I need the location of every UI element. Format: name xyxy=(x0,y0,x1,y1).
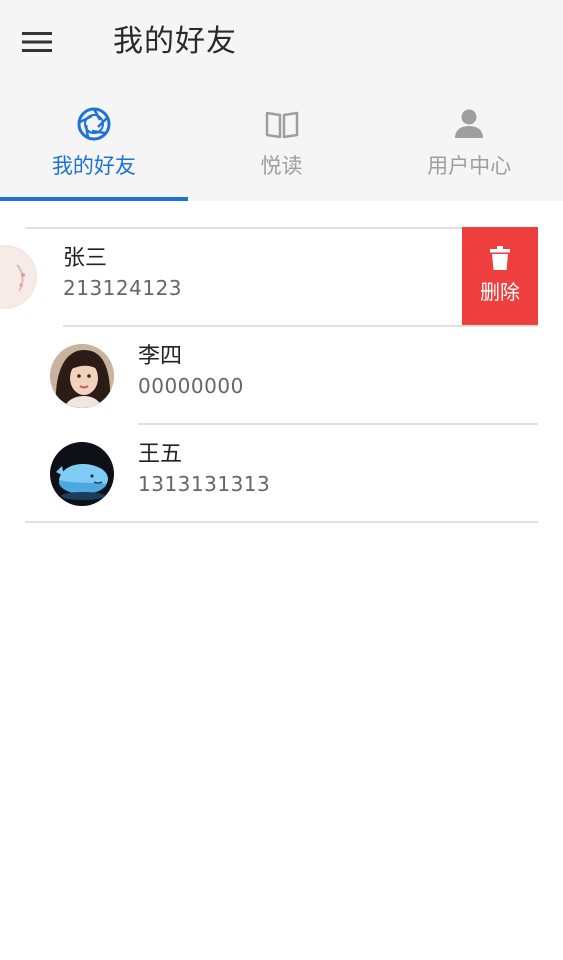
avatar xyxy=(50,344,114,408)
tab-user-center[interactable]: 用户中心 xyxy=(375,86,563,201)
menu-button[interactable] xyxy=(22,22,78,62)
tab-label: 用户中心 xyxy=(427,154,512,178)
aperture-icon xyxy=(76,106,112,142)
friend-phone: 00000000 xyxy=(138,374,244,398)
delete-button[interactable]: 删除 xyxy=(462,227,538,326)
friend-phone: 1313131313 xyxy=(138,472,271,496)
app-bar: 我的好友 xyxy=(0,0,563,86)
row-divider xyxy=(138,423,538,425)
person-icon xyxy=(453,106,485,142)
avatar xyxy=(0,245,37,309)
app-screen: 我的好友 我的好友 悦读 用户中心 张三 213124123 删除 李四 000… xyxy=(0,0,563,960)
tab-my-friends[interactable]: 我的好友 xyxy=(0,86,188,201)
friend-name: 李四 xyxy=(138,344,183,369)
row-divider xyxy=(63,325,538,327)
list-item[interactable]: 李四 00000000 xyxy=(0,325,563,423)
hamburger-menu-icon xyxy=(22,31,52,53)
friend-phone: 213124123 xyxy=(63,276,183,300)
book-icon xyxy=(265,106,299,142)
active-tab-indicator xyxy=(0,197,188,201)
list-item[interactable]: 王五 1313131313 xyxy=(0,423,563,521)
tab-label: 我的好友 xyxy=(51,154,136,178)
tab-label: 悦读 xyxy=(260,154,303,178)
friend-name: 王五 xyxy=(138,442,183,467)
avatar xyxy=(50,442,114,506)
delete-label: 删除 xyxy=(480,280,520,304)
page-title: 我的好友 xyxy=(113,24,237,59)
list-bottom-divider xyxy=(25,521,538,523)
trash-icon xyxy=(490,246,510,274)
tab-reading[interactable]: 悦读 xyxy=(188,86,376,201)
friend-name: 张三 xyxy=(63,246,108,271)
tab-bar: 我的好友 悦读 用户中心 xyxy=(0,86,563,201)
